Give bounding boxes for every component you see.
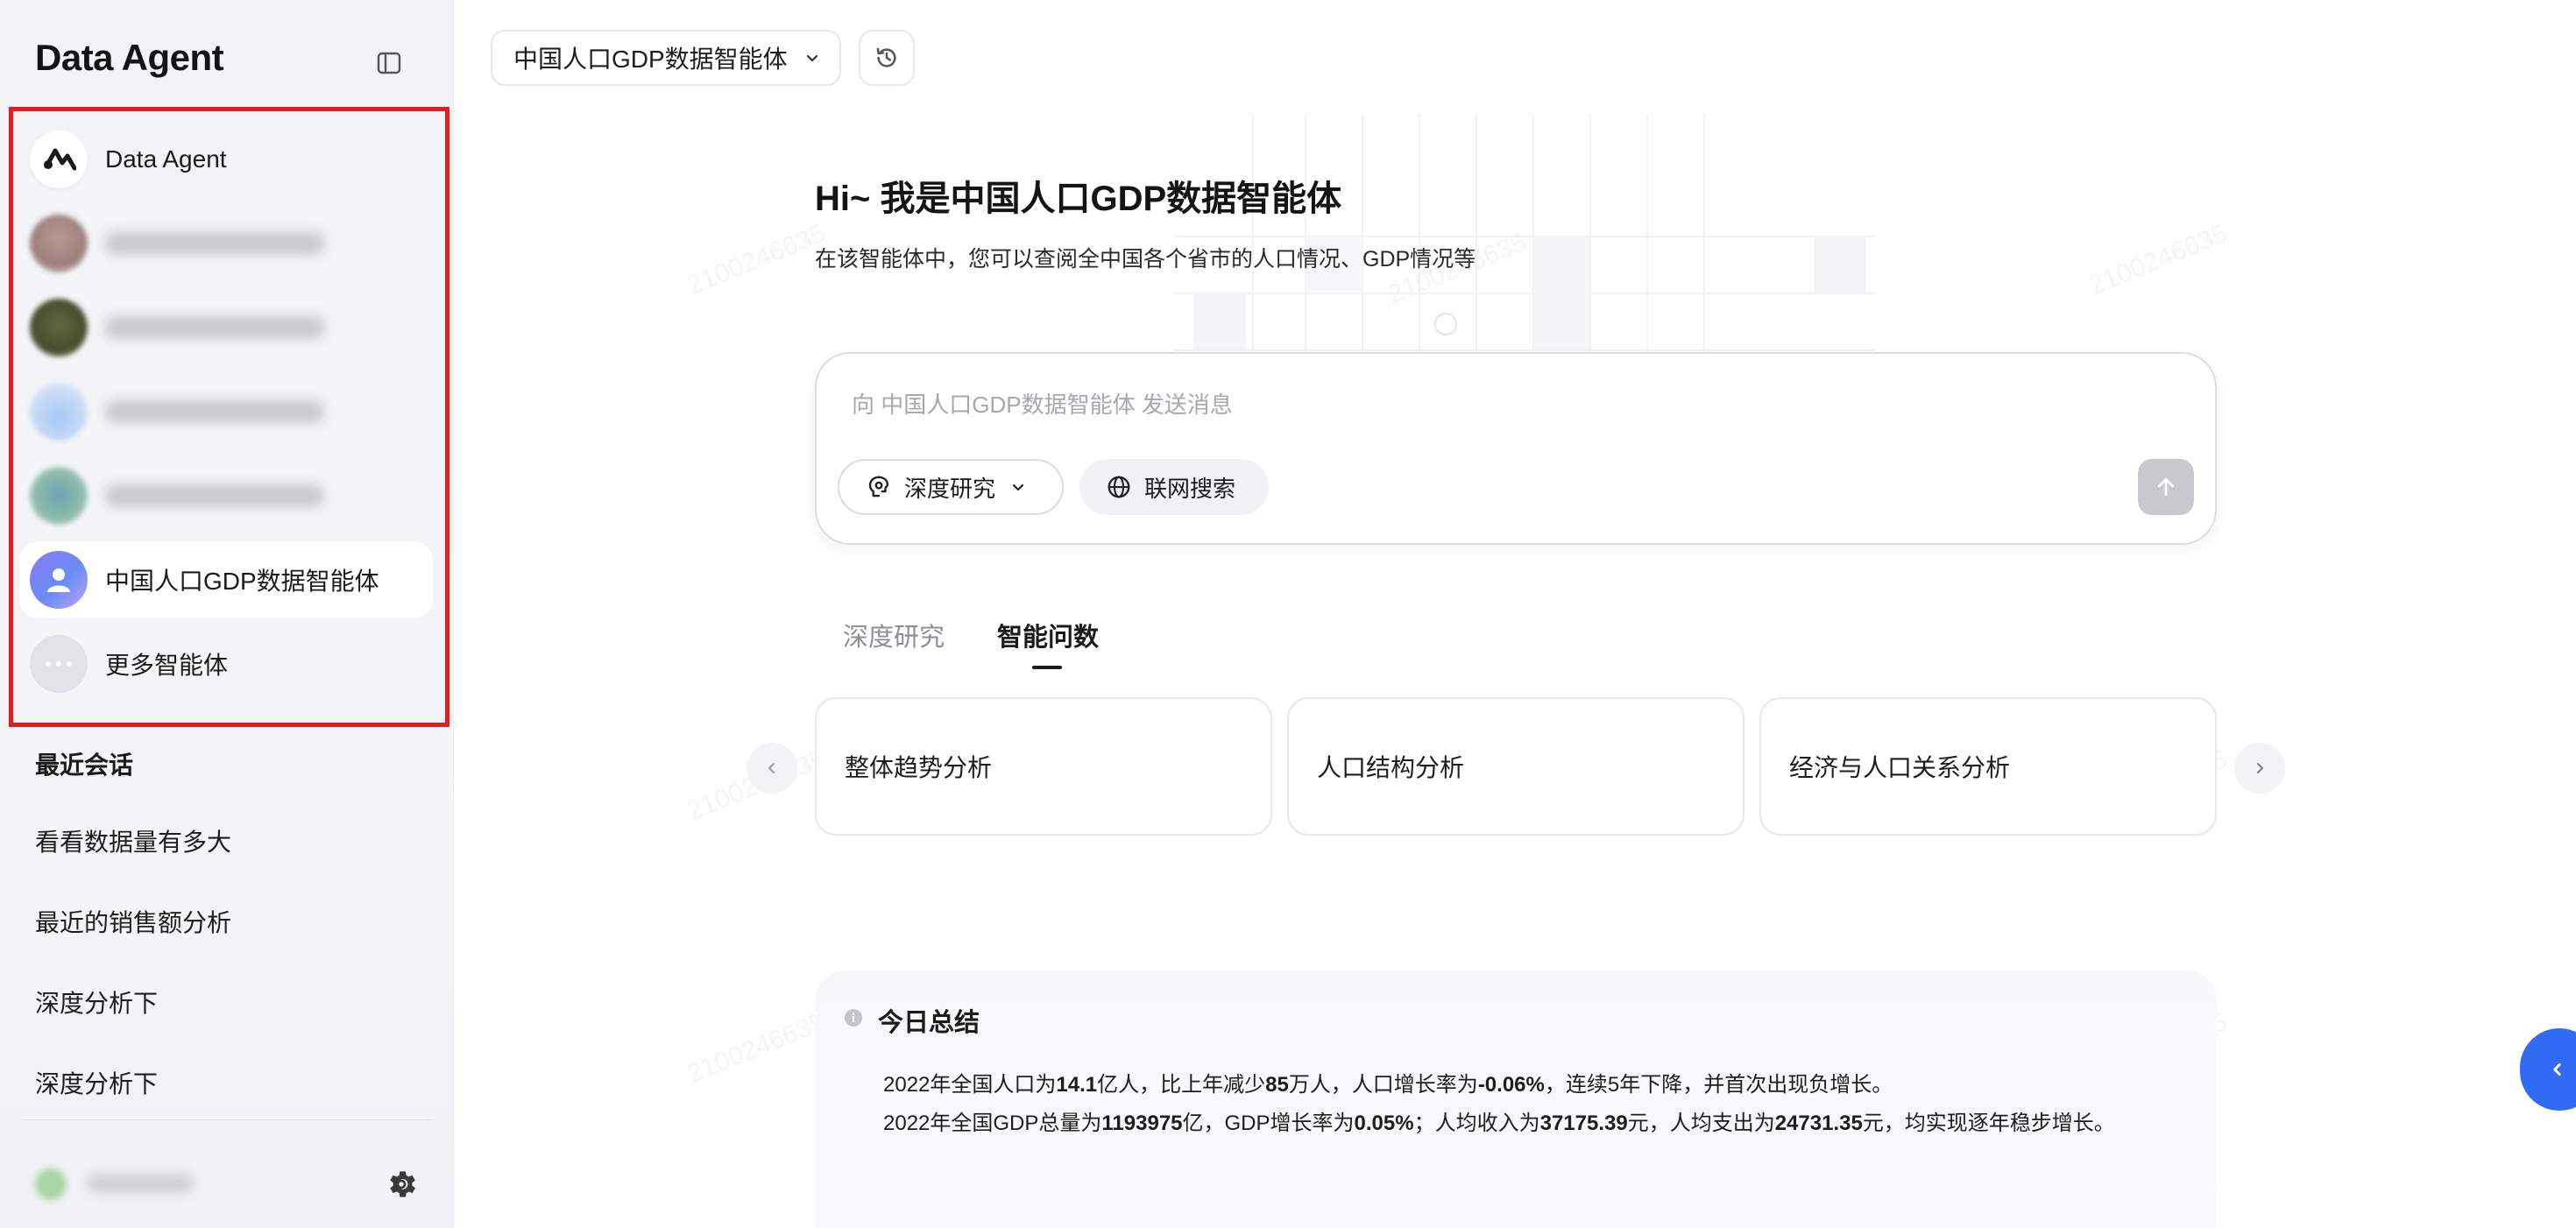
agent-item-label-redacted xyxy=(105,316,324,339)
avatar xyxy=(30,299,88,356)
sidebar-collapse-button[interactable] xyxy=(375,49,403,77)
summary-value: 1193975 xyxy=(1101,1112,1183,1135)
more-dots-icon xyxy=(30,635,88,693)
summary-text: 2022年全国人口为 xyxy=(883,1073,1057,1097)
watermark: 2100246635 xyxy=(683,1007,830,1090)
arrow-up-icon xyxy=(2158,477,2174,497)
deep-research-label: 深度研究 xyxy=(904,475,996,502)
agent-item-more[interactable]: 更多智能体 xyxy=(19,625,433,702)
globe-icon xyxy=(1108,476,1130,498)
user-avatar[interactable] xyxy=(35,1168,67,1200)
user-name-redacted xyxy=(88,1174,193,1193)
carousel-prev-button[interactable] xyxy=(747,743,797,794)
chevron-right-icon xyxy=(2257,763,2263,773)
info-icon xyxy=(845,1009,862,1027)
summary-value: 37175.39 xyxy=(1539,1112,1628,1135)
suggestion-card[interactable]: 整体趋势分析 xyxy=(815,697,1272,836)
summary-text: 2022年全国GDP总量为 xyxy=(883,1112,1102,1135)
sidebar-divider xyxy=(21,1119,433,1120)
agent-item-blurred-3[interactable] xyxy=(19,373,433,450)
app-root: Data Agent Data Agent 中国人口GDP数据智能体 更多智能体… xyxy=(0,0,2576,1228)
agent-item-label-redacted xyxy=(105,232,324,255)
agent-item-label: 更多智能体 xyxy=(105,652,229,679)
sidebar-toggle-icon xyxy=(377,52,401,74)
message-input[interactable] xyxy=(852,387,1991,422)
recent-session-item[interactable]: 最近的销售额分析 xyxy=(35,904,231,939)
gear-icon xyxy=(390,1171,415,1197)
summary-text: ，连续5年下降，并首次出现负增长。 xyxy=(1544,1073,1893,1097)
settings-button[interactable] xyxy=(384,1167,419,1202)
summary-line-population: 2022年全国人口为14.1亿人，比上年减少85万人，人口增长率为-0.06%，… xyxy=(883,1067,1893,1097)
suggestion-card[interactable]: 人口结构分析 xyxy=(1287,697,1744,836)
watermark: 2100246635 xyxy=(683,219,830,301)
web-search-label: 联网搜索 xyxy=(1144,475,1236,502)
summary-text: ；人均收入为 xyxy=(1413,1112,1540,1135)
recent-session-item[interactable]: 深度分析下 xyxy=(35,1065,158,1100)
recent-sessions-title: 最近会话 xyxy=(35,752,134,779)
summary-value: 0.05% xyxy=(1354,1112,1414,1135)
agent-item-label-redacted xyxy=(105,484,324,507)
expand-panel-button[interactable] xyxy=(2520,1028,2576,1111)
agent-item-label: 中国人口GDP数据智能体 xyxy=(105,568,379,595)
agent-item-label: Data Agent xyxy=(105,145,227,173)
summary-title: 今日总结 xyxy=(878,1009,980,1037)
avatar xyxy=(30,467,88,525)
tab-smart-query[interactable]: 智能问数 xyxy=(997,617,1099,653)
suggestion-card[interactable]: 经济与人口关系分析 xyxy=(1759,697,2217,836)
watermark: 2100246635 xyxy=(2085,219,2232,301)
agent-selector-label: 中国人口GDP数据智能体 xyxy=(513,46,788,73)
chevron-down-icon xyxy=(1012,483,1024,491)
summary-value: 85 xyxy=(1265,1073,1289,1097)
summary-text: 元，人均支出为 xyxy=(1627,1112,1775,1135)
hero-subtitle: 在该智能体中，您可以查阅全中国各个省市的人口情况、GDP情况等 xyxy=(815,247,1476,272)
chevron-down-icon xyxy=(806,54,817,62)
summary-text: 万人，人口增长率为 xyxy=(1288,1073,1478,1097)
summary-value: 24731.35 xyxy=(1774,1112,1863,1135)
agent-item-data-agent[interactable]: Data Agent xyxy=(19,121,433,198)
recent-session-item[interactable]: 看看数据量有多大 xyxy=(35,823,231,858)
summary-text: 亿，GDP增长率为 xyxy=(1182,1112,1355,1135)
avatar xyxy=(30,383,88,441)
summary-value: 14.1 xyxy=(1056,1073,1098,1097)
summary-text: 亿人，比上年减少 xyxy=(1097,1073,1266,1097)
chevron-left-icon xyxy=(2553,1063,2561,1076)
research-brain-icon xyxy=(868,476,889,498)
daily-summary-panel: 今日总结 2022年全国人口为14.1亿人，比上年减少85万人，人口增长率为-0… xyxy=(815,970,2217,1228)
recent-session-item[interactable]: 深度分析下 xyxy=(35,985,158,1020)
carousel-next-button[interactable] xyxy=(2234,743,2285,794)
deep-research-mode-dropdown[interactable]: 深度研究 xyxy=(838,459,1064,515)
chevron-left-icon xyxy=(768,763,775,773)
hero-title: Hi~ 我是中国人口GDP数据智能体 xyxy=(815,180,1342,218)
active-tab-indicator xyxy=(1032,666,1062,669)
chat-composer: 深度研究 联网搜索 xyxy=(815,352,2217,545)
agent-item-blurred-4[interactable] xyxy=(19,457,433,534)
person-avatar-icon xyxy=(30,551,88,609)
agent-selector-dropdown[interactable]: 中国人口GDP数据智能体 xyxy=(491,30,841,86)
summary-line-gdp: 2022年全国GDP总量为1193975亿，GDP增长率为0.05%；人均收入为… xyxy=(883,1105,2115,1136)
agent-item-label-redacted xyxy=(105,400,324,423)
send-button[interactable] xyxy=(2138,459,2194,515)
brand-title: Data Agent xyxy=(35,37,224,78)
sidebar: Data Agent Data Agent 中国人口GDP数据智能体 更多智能体… xyxy=(0,0,454,1228)
data-agent-logo-icon xyxy=(30,131,88,188)
agent-item-blurred-2[interactable] xyxy=(19,289,433,366)
summary-text: 元，均实现逐年稳步增长。 xyxy=(1862,1112,2115,1135)
avatar xyxy=(30,215,88,272)
agent-item-gdp[interactable]: 中国人口GDP数据智能体 xyxy=(19,541,433,618)
tab-deep-research[interactable]: 深度研究 xyxy=(843,617,945,653)
history-icon xyxy=(876,47,896,67)
web-search-toggle[interactable]: 联网搜索 xyxy=(1079,459,1269,515)
agent-item-blurred-1[interactable] xyxy=(19,205,433,282)
summary-value: -0.06% xyxy=(1477,1073,1545,1097)
history-button[interactable] xyxy=(859,30,915,86)
